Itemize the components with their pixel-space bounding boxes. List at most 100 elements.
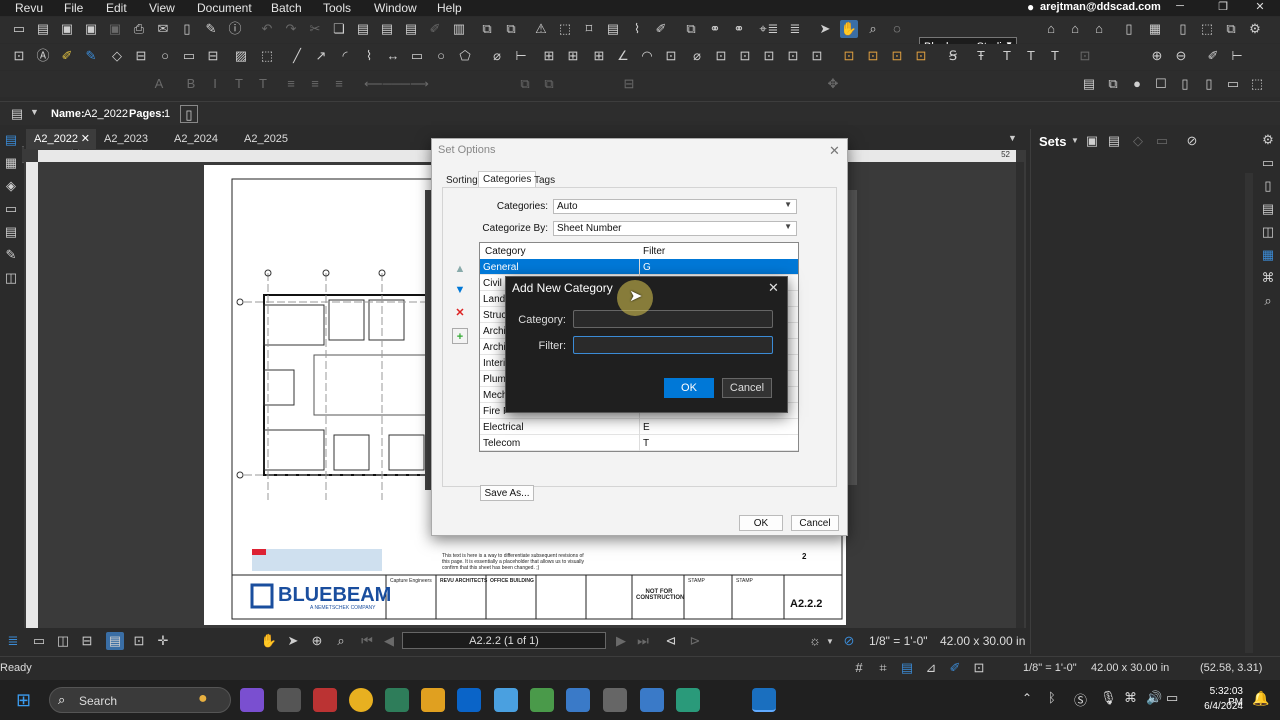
strikethrough-icon[interactable]: T [254,75,272,93]
text-icon[interactable]: T [998,47,1016,65]
studio-icon[interactable]: ⌂ [1042,20,1060,38]
bold-icon[interactable]: B [182,75,200,93]
close-tab-icon[interactable]: ✕ [81,132,90,145]
tab-sorting[interactable]: Sorting [442,173,482,188]
measurements-icon[interactable]: ▭ [1259,154,1277,172]
eraser-icon[interactable]: ◇ [108,47,126,65]
delete-icon[interactable]: ▥ [450,20,468,38]
delete-category-icon[interactable]: ✕ [452,305,468,321]
bluebeam-app-icon[interactable] [752,688,776,712]
spaces-icon[interactable]: ⊡ [840,47,858,65]
table-row[interactable]: Telecom T [480,435,798,451]
nav-pan-icon[interactable]: ✋ [260,632,278,650]
document-icon[interactable]: ▤ [8,105,26,123]
ellipse-tool-icon[interactable]: ○ [156,47,174,65]
line-style-icon[interactable]: ⟵───⟶ [364,75,429,93]
camera-app-icon[interactable] [603,688,627,712]
add-category-icon[interactable]: + [452,328,468,344]
ruler-icon[interactable]: ⊢ [1228,47,1246,65]
set-link-icon[interactable]: ◇ [1129,132,1147,150]
markup-list-icon[interactable]: ≣ [764,20,782,38]
filter-input[interactable] [573,336,773,354]
nav-zoom-search-icon[interactable]: ⌕ [332,632,350,650]
measure-count-icon[interactable]: ⊡ [662,47,680,65]
single-page-icon[interactable]: ▭ [30,632,48,650]
reuse-icon[interactable]: ▤ [1080,75,1098,93]
folder-app-icon[interactable] [421,688,445,712]
polyline-icon[interactable]: ⌇ [360,47,378,65]
close-window-icon[interactable]: ✕ [1240,0,1280,16]
tray-overflow-icon[interactable]: ⌃ [1022,691,1032,705]
network-icon[interactable]: ⌘ [1124,690,1137,706]
redo-icon[interactable]: ↷ [282,20,300,38]
next-page-icon[interactable]: ▶ [612,632,630,650]
toolchest-panel-icon[interactable]: ▭ [2,200,20,218]
user-account[interactable]: arejtman@ddscad.com [1040,1,1161,13]
checkbox-icon[interactable]: ☐ [1152,75,1170,93]
category-input[interactable] [573,310,773,328]
signature-icon[interactable]: ✎ [202,20,220,38]
paste-special-icon[interactable]: ▤ [378,20,396,38]
column-header-category[interactable]: Category [485,246,526,257]
last-page-icon[interactable]: ⏭ [634,632,652,650]
set-options-close-icon[interactable]: ✕ [829,143,840,159]
save-as-button[interactable]: Save As... [480,485,534,501]
minimize-icon[interactable]: ─ [1160,0,1200,16]
measure-dynamic-fill-icon[interactable]: ⊡ [760,47,778,65]
table-row[interactable]: General G [480,259,798,275]
move-down-icon[interactable]: ▼ [452,282,468,298]
underline-icon[interactable]: T [230,75,248,93]
table-row[interactable]: Electrical E [480,419,798,435]
zoom-in-icon[interactable]: ⊕ [1148,47,1166,65]
align-right-icon[interactable]: ≡ [330,75,348,93]
sketch-icon[interactable]: ✐ [1204,47,1222,65]
space-add-icon[interactable]: ⊡ [864,47,882,65]
dimension-icon[interactable]: ↔ [384,47,402,65]
page-number-field[interactable]: A2.2.2 (1 of 1) [402,632,606,649]
email-icon[interactable]: ✉ [154,20,172,38]
panel-left-icon[interactable]: ▯ [1176,75,1194,93]
save-as-icon[interactable]: ▣ [82,20,100,38]
copilot-app-icon[interactable] [240,688,264,712]
brush-icon[interactable]: ✐ [652,20,670,38]
grid-icon[interactable]: # [850,659,868,677]
bluetooth-icon[interactable]: ᛒ [1048,690,1056,705]
categories-select[interactable]: Auto ▼ [553,199,797,214]
snap-content-icon[interactable]: ▤ [898,659,916,677]
callout-icon[interactable]: ⊟ [132,47,150,65]
calibrate-icon[interactable]: ⊡ [736,47,754,65]
ellipse-icon[interactable]: ○ [432,47,450,65]
sync-status-icon[interactable]: ⊡ [970,659,988,677]
add-to-set-icon[interactable]: ▤ [1105,132,1123,150]
calibrate-nav-icon[interactable]: ⊘ [840,632,858,650]
pan-hand-icon[interactable]: ✋ [840,20,858,38]
tab-a2-2023[interactable]: A2_2023 [96,129,156,149]
add-category-close-icon[interactable]: ✕ [768,280,779,296]
user-icon[interactable]: ● [1027,0,1034,14]
nav-scale[interactable]: 1/8" = 1'-0" [869,634,928,648]
categorize-by-select[interactable]: Sheet Number ▼ [553,221,797,236]
copy-icon[interactable]: ❏ [330,20,348,38]
save-all-icon[interactable]: ▣ [106,20,124,38]
text-format-icon[interactable]: T [1022,47,1040,65]
notepad-app-icon[interactable] [494,688,518,712]
search-panel-icon[interactable]: ⌕ [1259,292,1277,310]
markups-panel-icon[interactable]: ◫ [2,269,20,287]
measure-diameter-icon[interactable]: ⌀ [688,47,706,65]
battery-icon[interactable]: ▭ [1166,690,1178,706]
measure-sketch-icon[interactable]: ⊡ [784,47,802,65]
volume-icon[interactable]: 🔊 [1146,690,1162,706]
properties-icon[interactable]: ≣ [786,20,804,38]
clock-date[interactable]: 6/4/2024 [1193,701,1243,712]
cut-icon[interactable]: ✂ [306,20,324,38]
pen-icon[interactable]: ✎ [82,47,100,65]
bookmarks-icon[interactable]: ▦ [2,154,20,172]
photos-app-icon[interactable] [640,688,664,712]
thumbnails-icon[interactable]: ▤ [2,131,20,149]
skype-icon[interactable]: Ⓢ [1074,690,1087,709]
set-remove-icon[interactable]: ▭ [1153,132,1171,150]
markup-list-nav-icon[interactable]: ≣ [4,632,22,650]
align-center-icon[interactable]: ≡ [306,75,324,93]
nav-select-icon[interactable]: ➤ [284,632,302,650]
new-page-icon[interactable]: ▯ [1174,20,1192,38]
